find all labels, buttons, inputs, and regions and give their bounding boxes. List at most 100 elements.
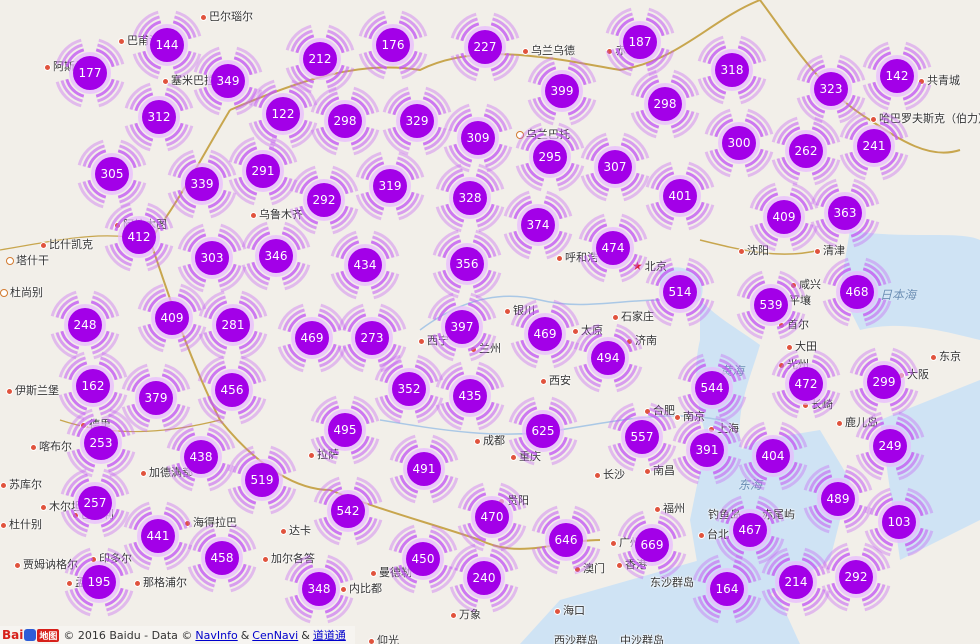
cluster-marker[interactable]: 348 bbox=[283, 553, 355, 625]
cluster-marker[interactable]: 281 bbox=[197, 289, 269, 361]
cennavi-link[interactable]: CenNavi bbox=[252, 629, 298, 642]
cluster-count: 328 bbox=[458, 191, 482, 205]
city-label: 苏库尔 bbox=[0, 476, 42, 492]
cluster-marker[interactable]: 305 bbox=[76, 138, 148, 210]
city-label: 那格浦尔 bbox=[134, 574, 187, 590]
map-canvas[interactable]: 巴尔瑙尔巴甫洛阿斯塔塞米巴拉乌兰乌德赤塔共青城哈巴罗夫斯克（伯力）乌兰巴托乌鲁木… bbox=[0, 0, 980, 644]
cluster-marker[interactable]: 472 bbox=[770, 348, 842, 420]
city-dot-icon bbox=[280, 527, 287, 535]
copyright-text: © 2016 Baidu - Data © bbox=[63, 628, 193, 642]
navinfo-link[interactable]: NavInfo bbox=[195, 629, 237, 642]
cluster-marker[interactable]: 625 bbox=[507, 395, 579, 467]
cluster-marker[interactable]: 434 bbox=[329, 229, 401, 301]
cluster-marker[interactable]: 356 bbox=[431, 228, 503, 300]
cluster-count: 474 bbox=[601, 241, 625, 255]
baidu-logo[interactable]: Bai 地图 bbox=[2, 628, 60, 642]
cluster-count: 472 bbox=[794, 377, 818, 391]
city-label: 塔什干 bbox=[6, 252, 49, 268]
cluster-marker[interactable]: 319 bbox=[354, 150, 426, 222]
cluster-count: 319 bbox=[378, 179, 402, 193]
cluster-count: 458 bbox=[210, 551, 234, 565]
cluster-count: 404 bbox=[761, 449, 785, 463]
cluster-count: 346 bbox=[264, 249, 288, 263]
city-dot-icon bbox=[594, 471, 601, 479]
city-label: 中沙群岛 bbox=[620, 634, 664, 644]
cluster-marker[interactable]: 557 bbox=[606, 401, 678, 473]
city-label: 海口 bbox=[554, 602, 585, 618]
cluster-marker[interactable]: 456 bbox=[196, 354, 268, 426]
cluster-marker[interactable]: 176 bbox=[357, 9, 429, 81]
cluster-marker[interactable]: 404 bbox=[737, 420, 809, 492]
cluster-marker[interactable]: 295 bbox=[514, 121, 586, 193]
cluster-marker[interactable]: 241 bbox=[838, 110, 910, 182]
cluster-count: 456 bbox=[220, 383, 244, 397]
city-label: 杜什别 bbox=[0, 516, 42, 532]
cluster-count: 195 bbox=[87, 575, 111, 589]
cluster-marker[interactable]: 142 bbox=[861, 40, 933, 112]
cluster-marker[interactable]: 494 bbox=[572, 322, 644, 394]
city-dot-icon bbox=[930, 353, 937, 361]
capital-ring-icon bbox=[6, 257, 14, 265]
cluster-count: 514 bbox=[668, 285, 692, 299]
cluster-marker[interactable]: 307 bbox=[579, 131, 651, 203]
daodaotong-link[interactable]: 道道通 bbox=[313, 627, 346, 643]
cluster-marker[interactable]: 227 bbox=[449, 11, 521, 83]
cluster-marker[interactable]: 391 bbox=[671, 414, 743, 486]
cluster-marker[interactable]: 346 bbox=[240, 220, 312, 292]
cluster-marker[interactable]: 514 bbox=[644, 256, 716, 328]
city-dot-icon bbox=[370, 569, 377, 577]
cluster-marker[interactable]: 412 bbox=[103, 201, 175, 273]
cluster-count: 468 bbox=[845, 285, 869, 299]
cluster-count: 625 bbox=[531, 424, 555, 438]
cluster-marker[interactable]: 374 bbox=[502, 189, 574, 261]
cluster-marker[interactable]: 491 bbox=[388, 433, 460, 505]
cluster-marker[interactable]: 240 bbox=[448, 542, 520, 614]
cluster-count: 295 bbox=[538, 150, 562, 164]
cluster-count: 176 bbox=[381, 38, 405, 52]
cluster-count: 494 bbox=[596, 351, 620, 365]
cluster-marker[interactable]: 468 bbox=[821, 256, 893, 328]
cluster-marker[interactable]: 542 bbox=[312, 475, 384, 547]
city-dot-icon bbox=[554, 607, 561, 615]
city-dot-icon bbox=[250, 211, 257, 219]
cluster-marker[interactable]: 328 bbox=[434, 162, 506, 234]
cluster-marker[interactable]: 669 bbox=[616, 509, 688, 581]
cluster-marker[interactable]: 363 bbox=[809, 177, 881, 249]
cluster-marker[interactable]: 257 bbox=[59, 467, 131, 539]
cluster-marker[interactable]: 539 bbox=[735, 269, 807, 341]
city-dot-icon bbox=[0, 521, 7, 529]
cluster-marker[interactable]: 298 bbox=[309, 85, 381, 157]
cluster-count: 401 bbox=[668, 189, 692, 203]
map-footer: Bai 地图 © 2016 Baidu - Data © NavInfo & Ce… bbox=[0, 626, 355, 644]
city-dot-icon bbox=[0, 481, 7, 489]
cluster-marker[interactable]: 177 bbox=[54, 37, 126, 109]
cluster-count: 469 bbox=[533, 327, 557, 341]
cluster-marker[interactable]: 292 bbox=[820, 541, 892, 613]
cluster-marker[interactable]: 495 bbox=[309, 394, 381, 466]
cluster-marker[interactable]: 318 bbox=[696, 34, 768, 106]
cluster-marker[interactable]: 458 bbox=[186, 522, 258, 594]
cluster-marker[interactable]: 435 bbox=[434, 360, 506, 432]
city-dot-icon bbox=[698, 531, 705, 539]
paw-icon bbox=[24, 629, 37, 641]
city-dot-icon bbox=[474, 437, 481, 445]
cluster-marker[interactable]: 646 bbox=[530, 504, 602, 576]
city-dot-icon bbox=[40, 241, 47, 249]
city-dot-icon bbox=[418, 337, 425, 345]
cluster-count: 298 bbox=[653, 97, 677, 111]
cluster-count: 298 bbox=[333, 114, 357, 128]
cluster-marker[interactable]: 474 bbox=[577, 212, 649, 284]
city-label: 巴尔瑙尔 bbox=[200, 8, 253, 24]
cluster-count: 177 bbox=[78, 66, 102, 80]
cluster-marker[interactable]: 298 bbox=[629, 68, 701, 140]
cluster-marker[interactable]: 401 bbox=[644, 160, 716, 232]
cluster-marker[interactable]: 399 bbox=[526, 55, 598, 127]
cluster-marker[interactable]: 195 bbox=[63, 546, 135, 618]
cluster-marker[interactable]: 469 bbox=[509, 298, 581, 370]
cluster-marker[interactable]: 299 bbox=[848, 346, 920, 418]
city-label: 成都 bbox=[474, 432, 505, 448]
cluster-marker[interactable]: 519 bbox=[226, 444, 298, 516]
city-dot-icon bbox=[522, 47, 529, 55]
cluster-marker[interactable]: 164 bbox=[691, 553, 763, 625]
city-dot-icon bbox=[6, 387, 13, 395]
